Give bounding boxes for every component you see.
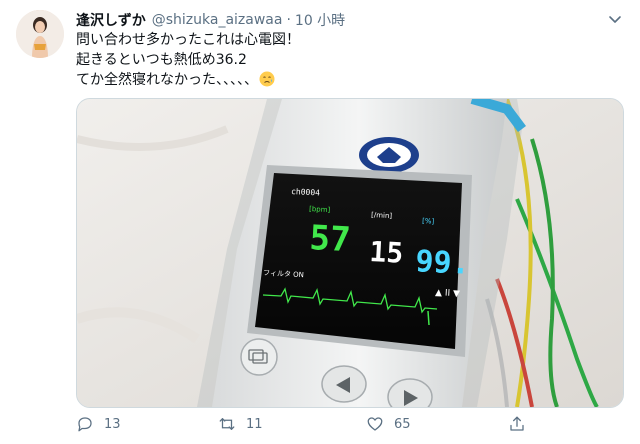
unit-min-label: [/min]: [371, 211, 393, 220]
tweet-line-1: 問い合わせ多かったこれは心電図！: [76, 32, 300, 48]
author-name[interactable]: 逢沢しずか: [76, 10, 146, 30]
share-icon: [510, 416, 524, 431]
reply-count: 13: [104, 416, 121, 432]
tweet-line-2: 起きるといつも熱低め36.2: [76, 52, 247, 68]
heart-icon: [367, 417, 383, 431]
heart-rate-value: 57: [309, 218, 352, 260]
more-options-chevron-icon[interactable]: [606, 10, 624, 28]
like-count: 65: [394, 416, 411, 432]
separator-dot: ·: [286, 12, 291, 28]
device-id-label: ch0004: [291, 187, 321, 198]
like-button[interactable]: 65: [366, 414, 411, 434]
tweet-line-3: てか全然寝れなかった、、、、、: [76, 72, 258, 88]
tweet-text: 問い合わせ多かったこれは心電図！ 起きるといつも熱低め36.2 てか全然寝れなか…: [76, 30, 616, 90]
sad-relieved-face-icon: [259, 71, 275, 87]
avatar[interactable]: [16, 10, 64, 58]
retweet-icon: [219, 418, 235, 430]
timestamp[interactable]: 10 小時: [295, 10, 345, 30]
tweet[interactable]: 逢沢しずか @shizuka_aizawaa · 10 小時 問い合わせ多かった…: [0, 0, 640, 444]
retweet-button[interactable]: 11: [218, 414, 263, 434]
author-handle[interactable]: @shizuka_aizawaa: [152, 12, 283, 28]
tweet-actions: 13 11 65: [76, 412, 622, 436]
svg-text:▲ II ▼: ▲ II ▼: [435, 288, 460, 299]
resp-rate-value: 15: [369, 235, 404, 270]
reply-icon: [78, 417, 92, 432]
share-button[interactable]: [508, 414, 536, 434]
tweet-header: 逢沢しずか @shizuka_aizawaa · 10 小時: [76, 10, 345, 30]
unit-bpm-label: [bpm]: [309, 205, 331, 214]
spo2-value: 99.: [415, 244, 471, 282]
tweet-photo[interactable]: ch0004 [bpm] [/min] [%] 57 15 99. フィルタ O…: [76, 98, 624, 408]
retweet-count: 11: [246, 416, 263, 432]
unit-spo2-label: [%]: [422, 217, 435, 226]
tweet-line-3-wrapper: てか全然寝れなかった、、、、、: [76, 70, 616, 90]
reply-button[interactable]: 13: [76, 414, 121, 434]
